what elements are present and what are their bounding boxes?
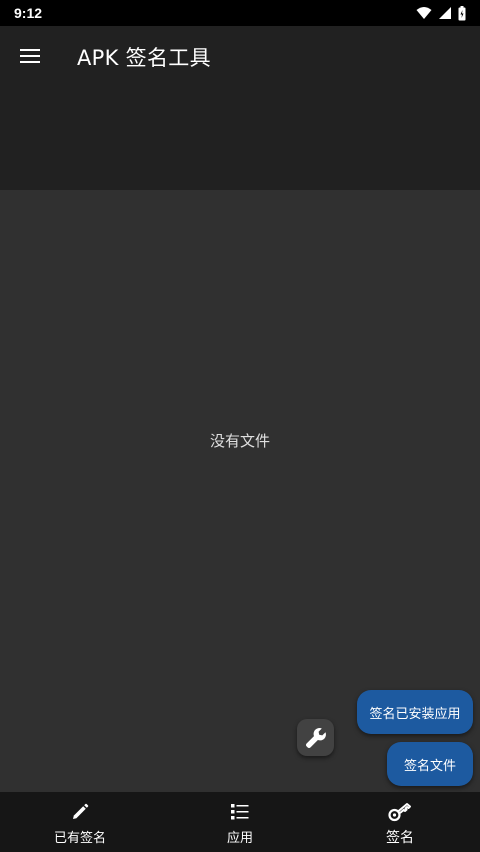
nav-label: 已有签名 [53, 831, 106, 846]
bottom-navigation: 已有签名 应用 签名 [0, 792, 480, 852]
status-icons [416, 5, 466, 21]
sign-file-button[interactable]: 签名文件 [387, 742, 473, 786]
pencil-icon [73, 803, 89, 819]
status-bar: 9:12 [0, 0, 480, 26]
wifi-icon [416, 7, 432, 19]
app-title: APK 签名工具 [77, 46, 211, 70]
menu-icon [20, 49, 40, 63]
nav-item-sign[interactable]: 签名 [320, 792, 480, 852]
sign-installed-app-button[interactable]: 签名已安装应用 [357, 690, 473, 734]
menu-button[interactable] [14, 40, 46, 72]
key-icon [388, 803, 411, 822]
empty-message: 没有文件 [209, 432, 270, 450]
nav-label: 签名 [386, 830, 414, 846]
nav-label: 应用 [226, 831, 253, 846]
battery-icon [458, 5, 466, 20]
tools-button[interactable] [297, 719, 334, 756]
nav-item-apps[interactable]: 应用 [160, 792, 320, 852]
wrench-icon [305, 727, 326, 748]
status-time: 9:12 [14, 5, 43, 21]
list-icon [231, 804, 249, 820]
signal-icon [439, 7, 451, 19]
app-bar: APK 签名工具 [0, 26, 480, 190]
nav-item-existing-signatures[interactable]: 已有签名 [0, 792, 160, 852]
